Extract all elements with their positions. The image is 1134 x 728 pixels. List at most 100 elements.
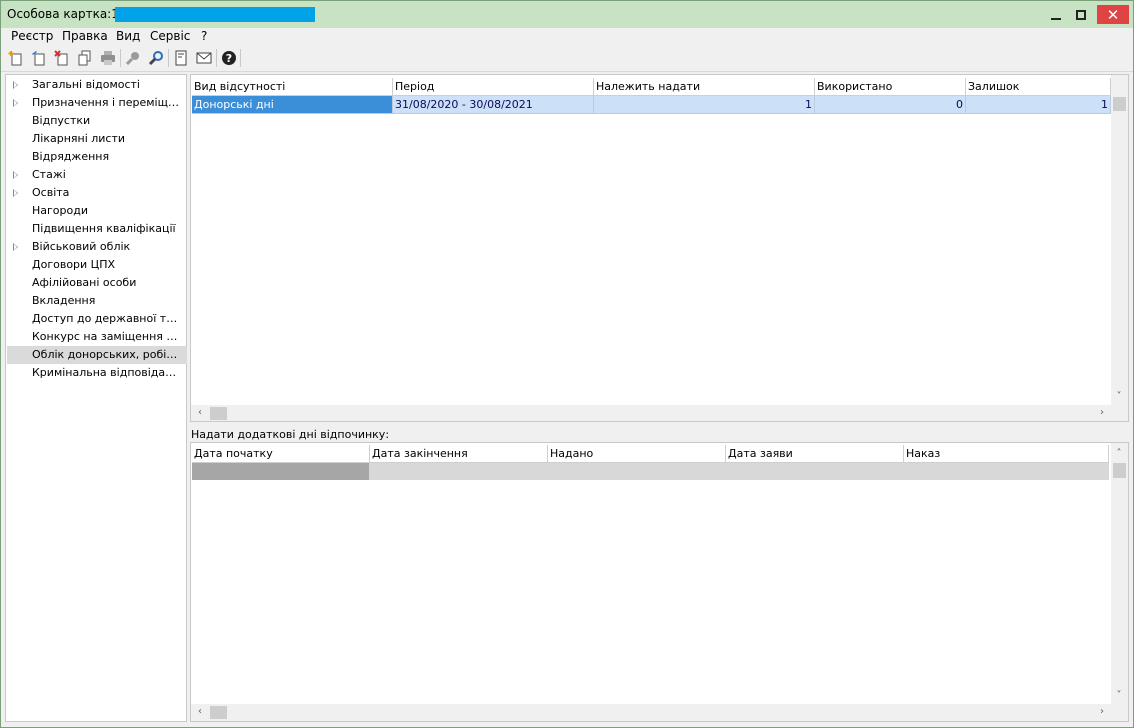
tree-item-sick-leaves[interactable]: Лікарняні листи (7, 130, 187, 148)
tree-item-competition[interactable]: Конкурс на заміщення вакантних посад (7, 328, 187, 346)
help-button[interactable]: ? (219, 48, 239, 68)
scroll-up-arrow-icon[interactable]: ˄ (1112, 447, 1126, 461)
extra-days-label: Надати додаткові дні відпочинку: (191, 428, 390, 441)
tree-item-awards[interactable]: Нагороди (7, 202, 187, 220)
delete-record-icon (54, 50, 68, 66)
new-row-cell[interactable] (192, 463, 369, 480)
tree-item-seniority[interactable]: Стажі (7, 166, 187, 184)
toolbar-separator (240, 49, 241, 67)
scroll-down-arrow-icon[interactable]: ˅ (1112, 390, 1126, 404)
document-icon (175, 50, 187, 66)
cell-due[interactable]: 1 (594, 96, 815, 114)
menu-registry[interactable]: Реєстр (9, 29, 55, 43)
tree-item-military[interactable]: Військовий облік (7, 238, 187, 256)
column-header-order[interactable]: Наказ (904, 445, 1109, 463)
scroll-right-arrow-icon[interactable]: › (1095, 406, 1109, 420)
copy-icon (78, 50, 91, 66)
extra-days-grid-header: Дата початку Дата закінчення Надано Дата… (192, 445, 1109, 463)
scroll-thumb[interactable] (210, 407, 227, 420)
menu-bar: Реєстр Правка Вид Сервіс ? (1, 28, 1133, 46)
minimize-button[interactable] (1042, 5, 1070, 24)
svg-text:?: ? (226, 52, 232, 65)
mail-button[interactable] (194, 48, 214, 68)
scroll-left-arrow-icon[interactable]: ‹ (193, 705, 207, 719)
new-row-placeholder[interactable] (192, 463, 1109, 480)
table-row[interactable]: Донорські дні 31/08/2020 - 30/08/2021 1 … (192, 96, 1111, 114)
column-header-granted[interactable]: Надано (548, 445, 726, 463)
horizontal-scrollbar[interactable]: ‹ › (191, 405, 1128, 421)
tree-item-secret-access[interactable]: Доступ до державної таємниці (7, 310, 187, 328)
search-button[interactable] (146, 48, 166, 68)
maximize-icon (1076, 9, 1086, 20)
expand-arrow-icon[interactable] (13, 99, 18, 107)
menu-help[interactable]: ? (199, 29, 209, 43)
expand-arrow-icon[interactable] (13, 171, 18, 179)
title-highlight (115, 7, 315, 22)
tree-item-contracts[interactable]: Договори ЦПХ (7, 256, 187, 274)
scroll-left-arrow-icon[interactable]: ‹ (193, 406, 207, 420)
cell-period[interactable]: 31/08/2020 - 30/08/2021 (393, 96, 594, 114)
scroll-down-arrow-icon[interactable]: ˅ (1112, 689, 1126, 703)
tree-item-general[interactable]: Загальні відомості (7, 76, 187, 94)
edit-record-icon (32, 51, 45, 66)
new-record-button[interactable] (6, 48, 26, 68)
vertical-scrollbar[interactable]: ˅ (1111, 75, 1128, 405)
cell-absence-type[interactable]: Донорські дні (192, 96, 393, 114)
new-row-cell[interactable] (369, 463, 1109, 480)
new-record-icon (8, 51, 22, 66)
tree-item-affiliated[interactable]: Афілійовані особи (7, 274, 187, 292)
column-header-remaining[interactable]: Залишок (966, 78, 1111, 96)
column-header-start-date[interactable]: Дата початку (192, 445, 370, 463)
menu-view[interactable]: Вид (114, 29, 142, 43)
close-icon: ✕ (1106, 5, 1120, 24)
column-header-absence-type[interactable]: Вид відсутності (192, 78, 393, 96)
close-button[interactable]: ✕ (1097, 5, 1129, 24)
menu-service[interactable]: Сервіс (148, 29, 192, 43)
search-icon (148, 51, 163, 66)
mail-icon (196, 52, 212, 64)
toolbar-separator (168, 49, 169, 67)
horizontal-scrollbar[interactable]: ‹ › (191, 704, 1128, 721)
tree-item-business-trips[interactable]: Відрядження (7, 148, 187, 166)
scroll-thumb[interactable] (1113, 97, 1126, 111)
toolbar-separator (216, 49, 217, 67)
absence-grid-header: Вид відсутності Період Належить надати В… (192, 78, 1111, 96)
toolbar: ? (1, 46, 1133, 72)
tree-item-vacations[interactable]: Відпустки (7, 112, 187, 130)
title-bar[interactable]: Особова картка:129 ✕ (1, 1, 1133, 28)
scroll-thumb[interactable] (1113, 463, 1126, 478)
find-button[interactable] (123, 48, 143, 68)
tree-item-donor-records[interactable]: Облік донорських, робіт в вихідні (7, 346, 187, 364)
column-header-period[interactable]: Період (393, 78, 594, 96)
tree-item-appointments[interactable]: Призначення і переміщення (7, 94, 187, 112)
absence-grid: Вид відсутності Період Належить надати В… (190, 74, 1129, 422)
vertical-scrollbar[interactable]: ˄ ˅ (1111, 443, 1128, 704)
cell-used[interactable]: 0 (815, 96, 966, 114)
scroll-thumb[interactable] (210, 706, 227, 719)
extra-days-grid: Дата початку Дата закінчення Надано Дата… (190, 442, 1129, 722)
tree-item-education[interactable]: Освіта (7, 184, 187, 202)
expand-arrow-icon[interactable] (13, 189, 18, 197)
column-header-application-date[interactable]: Дата заяви (726, 445, 904, 463)
delete-record-button[interactable] (52, 48, 72, 68)
toolbar-separator (120, 49, 121, 67)
menu-edit[interactable]: Правка (60, 29, 110, 43)
tree-item-qualification[interactable]: Підвищення кваліфікації (7, 220, 187, 238)
expand-arrow-icon[interactable] (13, 243, 18, 251)
document-button[interactable] (171, 48, 191, 68)
copy-button[interactable] (75, 48, 95, 68)
tree-item-criminal[interactable]: Кримінальна відповідальність (7, 364, 187, 382)
scroll-right-arrow-icon[interactable]: › (1095, 705, 1109, 719)
print-button[interactable] (98, 48, 118, 68)
column-header-end-date[interactable]: Дата закінчення (370, 445, 548, 463)
expand-arrow-icon[interactable] (13, 81, 18, 89)
cell-remaining[interactable]: 1 (966, 96, 1111, 114)
edit-record-button[interactable] (29, 48, 49, 68)
tree-item-attachments[interactable]: Вкладення (7, 292, 187, 310)
print-icon (101, 51, 115, 65)
maximize-button[interactable] (1067, 5, 1095, 24)
column-header-used[interactable]: Використано (815, 78, 966, 96)
column-header-due[interactable]: Належить надати (594, 78, 815, 96)
minimize-icon (1051, 17, 1061, 20)
navigation-tree: Загальні відомості Призначення і переміщ… (5, 74, 187, 722)
